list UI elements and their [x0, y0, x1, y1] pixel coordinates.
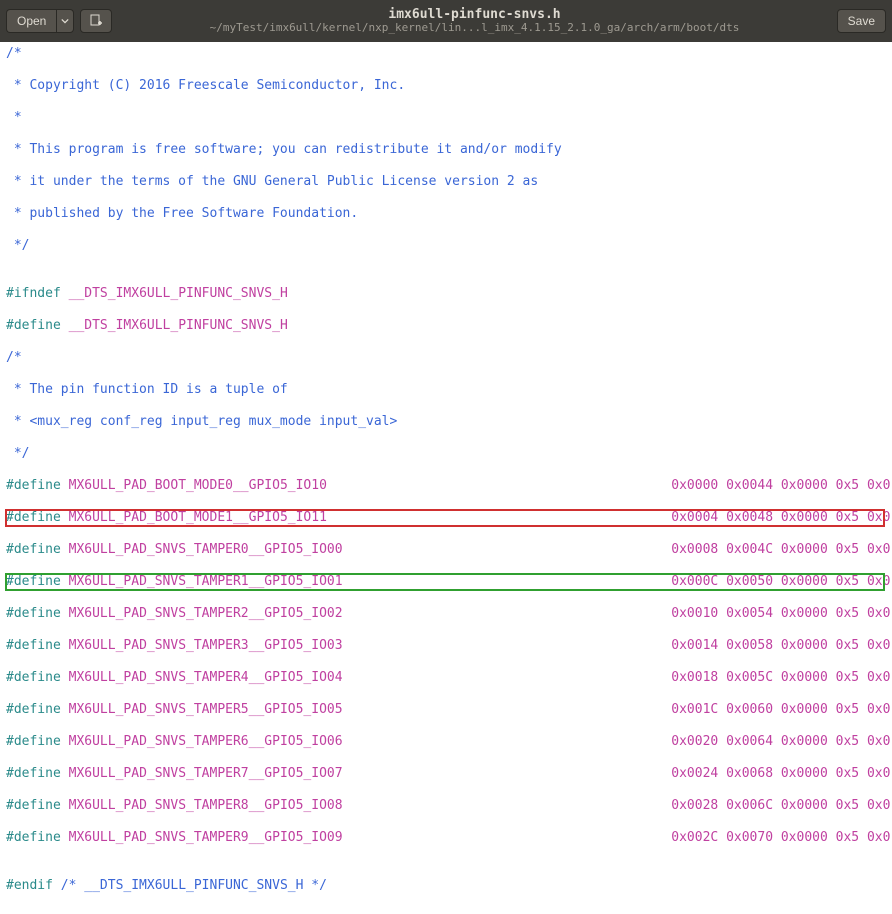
ifndef-keyword: #ifndef — [6, 286, 61, 301]
save-button[interactable]: Save — [837, 9, 886, 33]
code-line: #define MX6ULL_PAD_SNVS_TAMPER3__GPIO5_I… — [6, 638, 884, 654]
save-button-label: Save — [848, 14, 875, 28]
macro-value: 0x0024 0x0068 0x0000 0x5 0x0 — [671, 766, 890, 781]
open-button-group: Open — [6, 9, 74, 33]
code-line: * — [6, 110, 884, 126]
define-keyword: #define — [6, 830, 61, 845]
open-menu-button[interactable] — [56, 9, 74, 33]
define-keyword: #define — [6, 606, 61, 621]
new-tab-button[interactable] — [80, 9, 112, 33]
define-keyword: #define — [6, 574, 61, 589]
header-toolbar: Open imx6ull-pinfunc-snvs.h ~/myTest/imx… — [0, 0, 892, 42]
code-line: #define MX6ULL_PAD_SNVS_TAMPER7__GPIO5_I… — [6, 766, 884, 782]
code-line: #define MX6ULL_PAD_BOOT_MODE0__GPIO5_IO1… — [6, 478, 884, 494]
title-area: imx6ull-pinfunc-snvs.h ~/myTest/imx6ull/… — [112, 8, 836, 34]
define-keyword: #define — [6, 734, 61, 749]
code-line: #define __DTS_IMX6ULL_PINFUNC_SNVS_H — [6, 318, 884, 334]
comment-close: */ — [6, 446, 29, 461]
code-line: #define MX6ULL_PAD_SNVS_TAMPER4__GPIO5_I… — [6, 670, 884, 686]
define-keyword: #define — [6, 478, 61, 493]
define-keyword: #define — [6, 638, 61, 653]
comment-text: * The pin function ID is a tuple of — [6, 382, 288, 397]
macro-name: MX6ULL_PAD_SNVS_TAMPER0__GPIO5_IO00 — [61, 542, 671, 557]
macro-value: 0x000C 0x0050 0x0000 0x5 0x0 — [671, 574, 890, 589]
macro-name: MX6ULL_PAD_SNVS_TAMPER5__GPIO5_IO05 — [61, 702, 671, 717]
comment-close: */ — [6, 238, 29, 253]
macro-value: 0x0010 0x0054 0x0000 0x5 0x0 — [671, 606, 890, 621]
comment-text: * it under the terms of the GNU General … — [6, 174, 538, 189]
macro-name: MX6ULL_PAD_SNVS_TAMPER3__GPIO5_IO03 — [61, 638, 671, 653]
comment-text: * This program is free software; you can… — [6, 142, 562, 157]
macro-name: MX6ULL_PAD_BOOT_MODE0__GPIO5_IO10 — [61, 478, 671, 493]
macro-value: 0x0014 0x0058 0x0000 0x5 0x0 — [671, 638, 890, 653]
define-keyword: #define — [6, 510, 61, 525]
macro-value: 0x002C 0x0070 0x0000 0x5 0x0 — [671, 830, 890, 845]
define-keyword: #define — [6, 542, 61, 557]
code-line: #define MX6ULL_PAD_SNVS_TAMPER9__GPIO5_I… — [6, 830, 884, 846]
macro-name: MX6ULL_PAD_SNVS_TAMPER6__GPIO5_IO06 — [61, 734, 671, 749]
code-line: */ — [6, 238, 884, 254]
macro-name: MX6ULL_PAD_SNVS_TAMPER8__GPIO5_IO08 — [61, 798, 671, 813]
macro-value: 0x0020 0x0064 0x0000 0x5 0x0 — [671, 734, 890, 749]
macro-name: MX6ULL_PAD_SNVS_TAMPER4__GPIO5_IO04 — [61, 670, 671, 685]
guard-name: __DTS_IMX6ULL_PINFUNC_SNVS_H — [61, 318, 288, 333]
guard-name: __DTS_IMX6ULL_PINFUNC_SNVS_H — [61, 286, 288, 301]
code-line: #define MX6ULL_PAD_SNVS_TAMPER1__GPIO5_I… — [6, 574, 884, 590]
code-line: #endif /* __DTS_IMX6ULL_PINFUNC_SNVS_H *… — [6, 878, 884, 894]
code-line: * <mux_reg conf_reg input_reg mux_mode i… — [6, 414, 884, 430]
define-keyword: #define — [6, 798, 61, 813]
open-button[interactable]: Open — [6, 9, 56, 33]
code-line: #define MX6ULL_PAD_SNVS_TAMPER2__GPIO5_I… — [6, 606, 884, 622]
macro-value: 0x0018 0x005C 0x0000 0x5 0x0 — [671, 670, 890, 685]
macro-name: MX6ULL_PAD_SNVS_TAMPER7__GPIO5_IO07 — [61, 766, 671, 781]
macro-value: 0x0004 0x0048 0x0000 0x5 0x0 — [671, 510, 890, 525]
endif-keyword: #endif — [6, 878, 53, 893]
define-keyword: #define — [6, 766, 61, 781]
endif-comment: /* __DTS_IMX6ULL_PINFUNC_SNVS_H */ — [53, 878, 327, 893]
code-line: * published by the Free Software Foundat… — [6, 206, 884, 222]
macro-name: MX6ULL_PAD_BOOT_MODE1__GPIO5_IO11 — [61, 510, 671, 525]
define-keyword: #define — [6, 670, 61, 685]
new-document-icon — [89, 14, 103, 28]
macro-name: MX6ULL_PAD_SNVS_TAMPER2__GPIO5_IO02 — [61, 606, 671, 621]
open-button-label: Open — [17, 14, 46, 28]
comment-text: * Copyright (C) 2016 Freescale Semicondu… — [6, 78, 405, 93]
code-line: /* — [6, 46, 884, 62]
code-line: #define MX6ULL_PAD_BOOT_MODE1__GPIO5_IO1… — [6, 510, 884, 526]
define-keyword: #define — [6, 702, 61, 717]
code-line: * it under the terms of the GNU General … — [6, 174, 884, 190]
code-line: #define MX6ULL_PAD_SNVS_TAMPER5__GPIO5_I… — [6, 702, 884, 718]
macro-value: 0x001C 0x0060 0x0000 0x5 0x0 — [671, 702, 890, 717]
macro-name: MX6ULL_PAD_SNVS_TAMPER9__GPIO5_IO09 — [61, 830, 671, 845]
code-line: /* — [6, 350, 884, 366]
code-line: #define MX6ULL_PAD_SNVS_TAMPER8__GPIO5_I… — [6, 798, 884, 814]
comment-open: /* — [6, 46, 22, 61]
chevron-down-icon — [61, 17, 69, 25]
comment-text: * <mux_reg conf_reg input_reg mux_mode i… — [6, 414, 397, 429]
code-line: #define MX6ULL_PAD_SNVS_TAMPER0__GPIO5_I… — [6, 542, 884, 558]
code-line: #ifndef __DTS_IMX6ULL_PINFUNC_SNVS_H — [6, 286, 884, 302]
macro-value: 0x0008 0x004C 0x0000 0x5 0x0 — [671, 542, 890, 557]
document-title: imx6ull-pinfunc-snvs.h — [112, 8, 836, 22]
macro-name: MX6ULL_PAD_SNVS_TAMPER1__GPIO5_IO01 — [61, 574, 671, 589]
document-path: ~/myTest/imx6ull/kernel/nxp_kernel/lin..… — [112, 22, 836, 34]
code-line: */ — [6, 446, 884, 462]
comment-text: * — [6, 110, 22, 125]
define-keyword: #define — [6, 318, 61, 333]
comment-open: /* — [6, 350, 22, 365]
editor-area[interactable]: /* * Copyright (C) 2016 Freescale Semico… — [0, 42, 892, 914]
code-line: * This program is free software; you can… — [6, 142, 884, 158]
macro-value: 0x0000 0x0044 0x0000 0x5 0x0 — [671, 478, 890, 493]
macro-value: 0x0028 0x006C 0x0000 0x5 0x0 — [671, 798, 890, 813]
code-line: #define MX6ULL_PAD_SNVS_TAMPER6__GPIO5_I… — [6, 734, 884, 750]
code-line: * The pin function ID is a tuple of — [6, 382, 884, 398]
comment-text: * published by the Free Software Foundat… — [6, 206, 358, 221]
code-line: * Copyright (C) 2016 Freescale Semicondu… — [6, 78, 884, 94]
